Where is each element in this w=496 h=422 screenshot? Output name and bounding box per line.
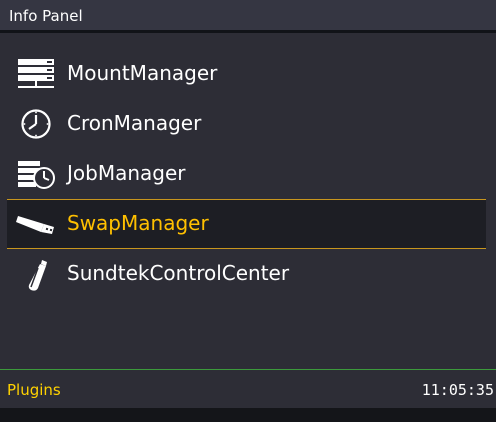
menu-item-swapmanager[interactable]: SwapManager [7,199,486,249]
menu-item-sundtekcontrolcenter[interactable]: SundtekControlCenter [0,249,496,299]
title-bar: Info Panel [0,0,496,33]
menu-item-label: MountManager [67,61,218,85]
job-clock-icon [16,158,56,190]
server-rack-icon [16,58,56,90]
usb-stick-icon [16,208,56,240]
status-bar: Plugins 11:05:35 [0,369,496,408]
plugin-menu: MountManager CronManager JobManager Swap… [0,49,496,299]
window-title: Info Panel [9,7,83,25]
bottom-bar [0,408,496,422]
section-label: Plugins [7,381,61,399]
menu-item-jobmanager[interactable]: JobManager [0,149,496,199]
menu-item-label: CronManager [67,111,202,135]
clock-time: 11:05:35 [421,381,494,399]
menu-item-mountmanager[interactable]: MountManager [0,49,496,99]
menu-item-label: JobManager [67,161,186,185]
menu-item-cronmanager[interactable]: CronManager [0,99,496,149]
tv-stick-icon [16,258,56,291]
menu-item-label: SundtekControlCenter [67,261,290,285]
clock-icon [16,108,56,140]
menu-item-label: SwapManager [67,211,209,235]
